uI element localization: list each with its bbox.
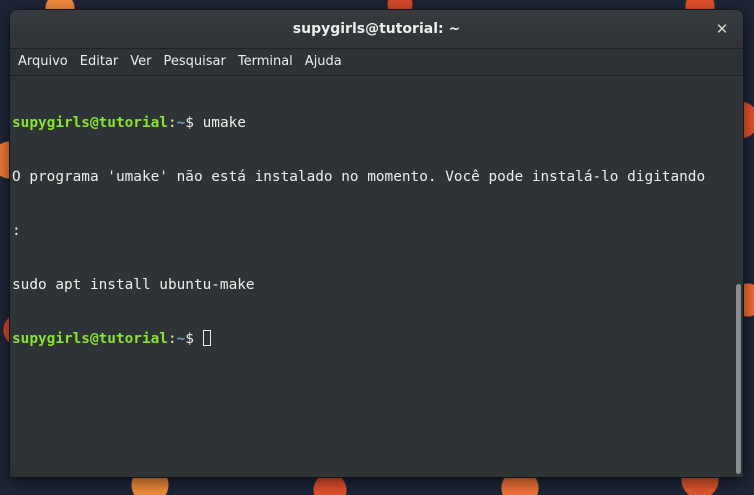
prompt-line-2: supygirls@tutorial:~$	[12, 330, 743, 348]
scrollbar[interactable]	[733, 76, 743, 477]
prompt-path: ~	[176, 115, 186, 131]
scrollbar-thumb[interactable]	[736, 284, 741, 474]
menu-bar: Arquivo Editar Ver Pesquisar Terminal Aj…	[10, 49, 743, 76]
menu-ver[interactable]: Ver	[124, 49, 157, 75]
output-line-1: O programa 'umake' não está instalado no…	[12, 169, 706, 185]
terminal-output[interactable]: supygirls@tutorial:~$ umake O programa '…	[10, 76, 743, 477]
terminal-window: supygirls@tutorial: ~ ✕ Arquivo Editar V…	[10, 10, 743, 477]
prompt-separator: :	[167, 115, 177, 131]
menu-editar[interactable]: Editar	[74, 49, 125, 75]
prompt-separator: :	[167, 331, 177, 347]
menu-arquivo[interactable]: Arquivo	[12, 49, 74, 75]
output-line-2: :	[12, 223, 21, 239]
prompt-line-1: supygirls@tutorial:~$ umake	[12, 114, 743, 132]
output-line-3: sudo apt install ubuntu-make	[12, 277, 255, 293]
close-icon[interactable]: ✕	[713, 20, 731, 38]
text-cursor	[202, 330, 211, 346]
menu-ajuda[interactable]: Ajuda	[299, 49, 348, 75]
prompt-user: supygirls@tutorial	[12, 331, 168, 347]
prompt-symbol: $	[185, 115, 203, 131]
title-bar[interactable]: supygirls@tutorial: ~ ✕	[10, 10, 743, 49]
prompt-path: ~	[176, 331, 186, 347]
window-title: supygirls@tutorial: ~	[292, 21, 461, 37]
prompt-user: supygirls@tutorial	[12, 115, 168, 131]
menu-pesquisar[interactable]: Pesquisar	[158, 49, 232, 75]
menu-terminal[interactable]: Terminal	[232, 49, 299, 75]
prompt-symbol: $	[185, 331, 203, 347]
command-text: umake	[202, 115, 246, 131]
